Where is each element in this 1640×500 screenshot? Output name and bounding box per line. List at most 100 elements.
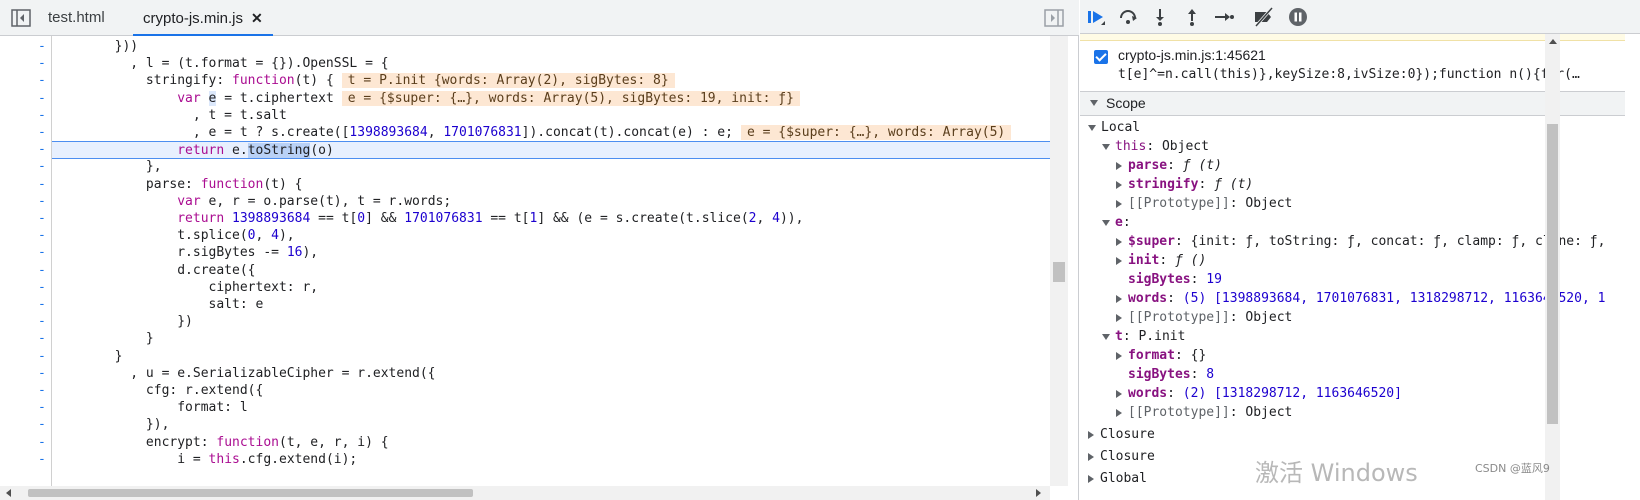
expand-triangle-icon[interactable] — [1116, 237, 1122, 246]
scroll-left-icon[interactable] — [6, 489, 11, 497]
code-line[interactable]: salt: e — [52, 296, 1050, 314]
expand-triangle-icon[interactable] — [1102, 219, 1110, 226]
expand-triangle-icon[interactable] — [1116, 351, 1122, 360]
code-line[interactable]: , u = e.SerializableCipher = r.extend({ — [52, 365, 1050, 383]
code-line[interactable]: i = this.cfg.extend(i); — [52, 451, 1050, 469]
gutter-marker[interactable]: - — [38, 90, 46, 108]
deactivate-breakpoints-icon[interactable] — [1252, 6, 1276, 28]
scope-section-header[interactable]: Scope — [1080, 92, 1625, 116]
scope-row-prototype[interactable]: [[Prototype]]: Object — [1080, 403, 1625, 422]
scope-row-super[interactable]: $super: {init: ƒ, toString: ƒ, concat: ƒ… — [1080, 232, 1625, 251]
gutter-marker[interactable]: - — [38, 38, 46, 56]
close-icon[interactable]: ✕ — [251, 0, 263, 36]
editor-vertical-scrollbar[interactable] — [1050, 36, 1068, 486]
scroll-up-icon[interactable] — [1549, 39, 1557, 44]
expand-triangle-icon[interactable] — [1116, 408, 1122, 417]
expand-triangle-icon[interactable] — [1088, 430, 1094, 439]
code-line[interactable]: }, — [52, 158, 1050, 176]
expand-triangle-icon[interactable] — [1116, 256, 1122, 265]
step-icon[interactable] — [1212, 6, 1236, 28]
code-view[interactable]: ------------------------- })) , l = (t.f… — [0, 36, 1050, 486]
expand-triangle-icon[interactable] — [1102, 143, 1110, 150]
code-line[interactable]: return 1398893684 == t[0] && 1701076831 … — [52, 210, 1050, 228]
expand-triangle-icon[interactable] — [1088, 474, 1094, 483]
gutter-marker[interactable]: - — [38, 434, 46, 452]
scope-row-parse[interactable]: parse: ƒ (t) — [1080, 156, 1625, 175]
breakpoint-location[interactable]: crypto-js.min.js:1:45621 — [1118, 47, 1266, 63]
gutter-marker[interactable]: - — [38, 348, 46, 366]
code-line[interactable]: }), — [52, 416, 1050, 434]
expand-triangle-icon[interactable] — [1116, 199, 1122, 208]
scroll-thumb[interactable] — [28, 489, 473, 497]
expand-triangle-icon[interactable] — [1102, 333, 1110, 340]
code-line[interactable]: , e = t ? s.create([1398893684, 17010768… — [52, 124, 1050, 142]
gutter-marker[interactable]: - — [38, 176, 46, 194]
scope-row-init[interactable]: init: ƒ () — [1080, 251, 1625, 270]
scroll-thumb[interactable] — [1547, 124, 1558, 424]
code-line[interactable]: } — [52, 348, 1050, 366]
code-line[interactable]: var e, r = o.parse(t), t = r.words; — [52, 193, 1050, 211]
scope-row-this[interactable]: this: Object — [1080, 137, 1625, 156]
scope-row-t-words[interactable]: words: (2) [1318298712, 1163646520] — [1080, 384, 1625, 403]
current-execution-line[interactable]: return e.toString(o) — [52, 141, 1050, 160]
gutter-marker[interactable]: - — [38, 279, 46, 297]
gutter-marker[interactable]: - — [38, 227, 46, 245]
gutter-marker[interactable]: - — [38, 416, 46, 434]
step-into-icon[interactable] — [1148, 6, 1172, 28]
gutter-marker[interactable]: - — [38, 158, 46, 176]
gutter-marker[interactable]: - — [38, 399, 46, 417]
expand-triangle-icon[interactable] — [1116, 389, 1122, 398]
scope-row-t-sigbytes[interactable]: sigBytes: 8 — [1080, 365, 1625, 384]
code-line[interactable]: encrypt: function(t, e, r, i) { — [52, 434, 1050, 452]
scope-local[interactable]: Local — [1080, 118, 1625, 137]
code-line[interactable]: }) — [52, 313, 1050, 331]
code-line[interactable]: })) — [52, 38, 1050, 56]
gutter-marker[interactable]: - — [38, 365, 46, 383]
code-line[interactable]: format: l — [52, 399, 1050, 417]
breakpoint-checkbox[interactable] — [1094, 50, 1108, 64]
expand-triangle-icon[interactable] — [1116, 180, 1122, 189]
gutter-marker[interactable]: - — [38, 72, 46, 90]
gutter-marker[interactable]: - — [38, 313, 46, 331]
step-out-icon[interactable] — [1180, 6, 1204, 28]
expand-triangle-icon[interactable] — [1090, 100, 1098, 106]
debugger-vertical-scrollbar[interactable] — [1545, 34, 1560, 500]
scope-closure[interactable]: Closure — [1080, 425, 1625, 444]
gutter-marker[interactable]: - — [38, 262, 46, 280]
gutter-marker[interactable]: - — [38, 382, 46, 400]
code-line[interactable]: , t = t.salt — [52, 107, 1050, 125]
gutter-marker[interactable]: - — [38, 210, 46, 228]
scope-row-prototype[interactable]: [[Prototype]]: Object — [1080, 194, 1625, 213]
code-line[interactable]: t.splice(0, 4), — [52, 227, 1050, 245]
expand-triangle-icon[interactable] — [1116, 294, 1122, 303]
gutter-marker[interactable]: - — [38, 244, 46, 262]
scope-row-stringify[interactable]: stringify: ƒ (t) — [1080, 175, 1625, 194]
gutter-marker[interactable]: - — [38, 330, 46, 348]
scope-row-prototype[interactable]: [[Prototype]]: Object — [1080, 308, 1625, 327]
scroll-right-icon[interactable] — [1036, 489, 1041, 497]
editor-horizontal-scrollbar[interactable] — [0, 486, 1050, 500]
expand-triangle-icon[interactable] — [1116, 313, 1122, 322]
code-line[interactable]: } — [52, 330, 1050, 348]
code-line[interactable]: r.sigBytes -= 16), — [52, 244, 1050, 262]
code-line[interactable]: ciphertext: r, — [52, 279, 1050, 297]
toggle-navigator-icon[interactable] — [11, 9, 31, 27]
expand-triangle-icon[interactable] — [1088, 452, 1094, 461]
scope-row-e-sigbytes[interactable]: sigBytes: 19 — [1080, 270, 1625, 289]
scope-row-t[interactable]: t: P.init — [1080, 327, 1625, 346]
gutter-marker[interactable]: - — [38, 55, 46, 73]
gutter-marker[interactable]: - — [38, 141, 46, 159]
code-line[interactable]: parse: function(t) { — [52, 176, 1050, 194]
scope-row-format[interactable]: format: {} — [1080, 346, 1625, 365]
code-line[interactable]: cfg: r.extend({ — [52, 382, 1050, 400]
gutter-marker[interactable]: - — [38, 107, 46, 125]
expand-triangle-icon[interactable] — [1116, 161, 1122, 170]
step-over-icon[interactable] — [1116, 6, 1140, 28]
code-line[interactable]: d.create({ — [52, 262, 1050, 280]
tab-test-html[interactable]: test.html — [38, 0, 115, 36]
breakpoint-item[interactable]: crypto-js.min.js:1:45621 t[e]^=n.call(th… — [1080, 44, 1625, 92]
code-line[interactable]: var e = t.ciphertext e = {$super: {…}, wo… — [52, 90, 1050, 108]
resume-icon[interactable] — [1084, 6, 1108, 28]
scope-row-e-words[interactable]: words: (5) [1398893684, 1701076831, 1318… — [1080, 289, 1625, 308]
code-line[interactable]: , l = (t.format = {}).OpenSSL = { — [52, 55, 1050, 73]
